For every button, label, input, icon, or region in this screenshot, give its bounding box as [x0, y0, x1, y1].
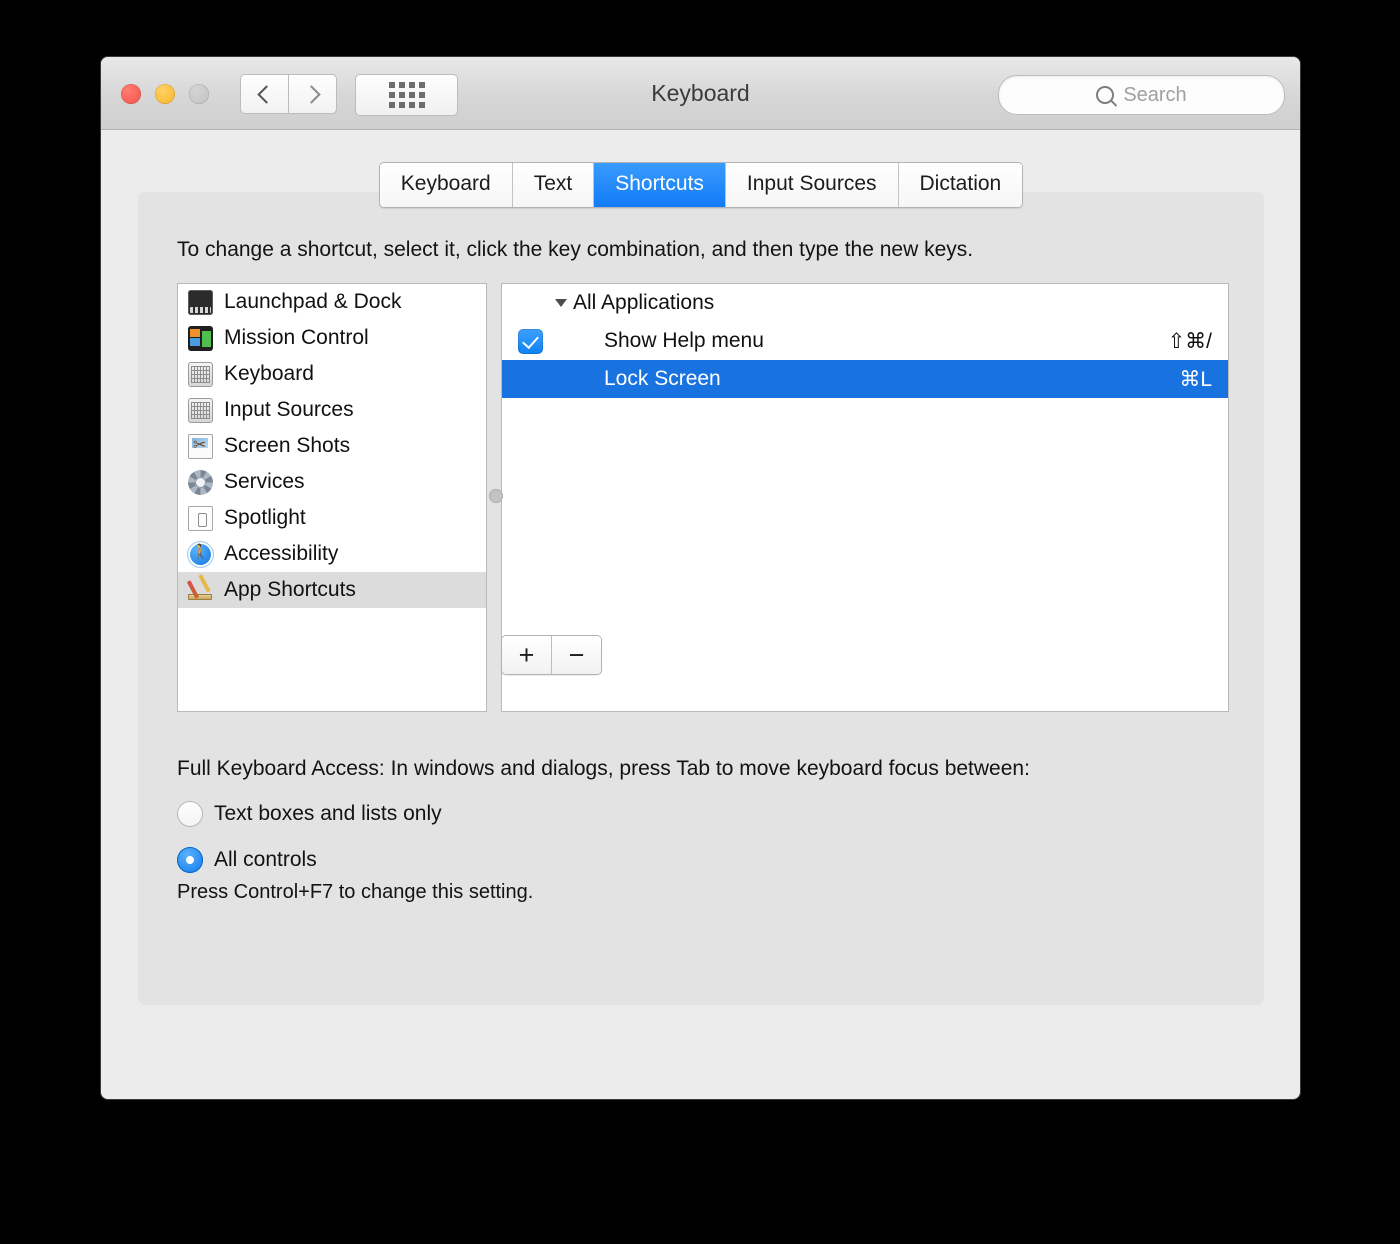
shortcut-row-show-help-menu[interactable]: Show Help menu ⇧⌘/ [502, 322, 1228, 360]
disclosure-triangle-icon[interactable] [555, 299, 567, 307]
shortcut-list[interactable]: All Applications Show Help menu ⇧⌘/ Lock… [501, 283, 1229, 712]
add-shortcut-button[interactable]: + [502, 636, 552, 674]
mission-control-icon [188, 325, 213, 351]
shortcut-group-label: All Applications [573, 291, 715, 314]
category-item-input-sources[interactable]: Input Sources [178, 392, 486, 428]
category-item-services[interactable]: Services [178, 464, 486, 500]
category-label: Keyboard [224, 362, 314, 385]
category-label: Accessibility [224, 542, 339, 565]
category-label: Spotlight [224, 506, 306, 529]
split-handle[interactable] [489, 489, 503, 503]
search-icon [1096, 86, 1115, 104]
category-item-app-shortcuts[interactable]: App Shortcuts [178, 572, 486, 608]
shortcut-group-header[interactable]: All Applications [502, 284, 1228, 322]
search-field[interactable]: Search [998, 75, 1285, 115]
category-label: Input Sources [224, 398, 354, 421]
radio-all-controls[interactable]: All controls [177, 847, 1030, 873]
category-label: App Shortcuts [224, 578, 356, 601]
screen-shots-icon [188, 433, 213, 459]
tab-keyboard[interactable]: Keyboard [379, 163, 513, 207]
radio-label: All controls [214, 848, 317, 871]
spotlight-icon [188, 505, 213, 531]
instruction-text: To change a shortcut, select it, click t… [177, 238, 974, 261]
tab-bar: Keyboard Text Shortcuts Input Sources Di… [138, 162, 1264, 208]
radio-button[interactable] [177, 801, 203, 827]
shortcut-keys[interactable]: ⌘L [1179, 367, 1212, 392]
shortcut-name: Lock Screen [604, 367, 721, 390]
category-item-accessibility[interactable]: Accessibility [178, 536, 486, 572]
category-label: Launchpad & Dock [224, 290, 402, 313]
full-keyboard-access-label: Full Keyboard Access: In windows and dia… [177, 757, 1030, 780]
radio-text-boxes-and-lists-only[interactable]: Text boxes and lists only [177, 801, 1030, 827]
category-item-keyboard[interactable]: Keyboard [178, 356, 486, 392]
category-item-spotlight[interactable]: Spotlight [178, 500, 486, 536]
launchpad-dock-icon [188, 289, 213, 315]
accessibility-icon [188, 541, 213, 567]
app-shortcuts-icon [188, 578, 213, 603]
services-gear-icon [188, 469, 213, 495]
category-list[interactable]: Launchpad & Dock Mission Control Keyboar… [177, 283, 487, 712]
remove-shortcut-button[interactable]: − [552, 636, 601, 674]
shortcut-name: Show Help menu [604, 329, 764, 352]
tab-input-sources[interactable]: Input Sources [725, 163, 899, 207]
shortcut-row-lock-screen[interactable]: Lock Screen ⌘L [502, 360, 1228, 398]
tab-text[interactable]: Text [512, 163, 595, 207]
input-sources-icon [188, 397, 213, 423]
category-label: Mission Control [224, 326, 369, 349]
tab-shortcuts[interactable]: Shortcuts [594, 163, 726, 207]
shortcut-checkbox[interactable] [517, 328, 543, 354]
tab-dictation[interactable]: Dictation [898, 163, 1023, 207]
radio-button[interactable] [177, 847, 203, 873]
category-item-screen-shots[interactable]: Screen Shots [178, 428, 486, 464]
category-label: Services [224, 470, 305, 493]
list-edit-buttons: + − [501, 635, 602, 675]
system-preferences-window: Keyboard Search Keyboard Text Shortcuts … [101, 57, 1300, 1099]
full-keyboard-access-section: Full Keyboard Access: In windows and dia… [177, 757, 1030, 873]
window-titlebar: Keyboard Search [101, 57, 1300, 130]
category-item-launchpad-dock[interactable]: Launchpad & Dock [178, 284, 486, 320]
shortcuts-panel: Keyboard Text Shortcuts Input Sources Di… [138, 162, 1264, 1005]
radio-label: Text boxes and lists only [214, 802, 442, 825]
search-placeholder: Search [1123, 83, 1187, 106]
full-keyboard-access-note: Press Control+F7 to change this setting. [177, 881, 534, 903]
keyboard-icon [188, 361, 213, 387]
shortcut-keys[interactable]: ⇧⌘/ [1168, 329, 1212, 354]
category-label: Screen Shots [224, 434, 351, 457]
category-item-mission-control[interactable]: Mission Control [178, 320, 486, 356]
